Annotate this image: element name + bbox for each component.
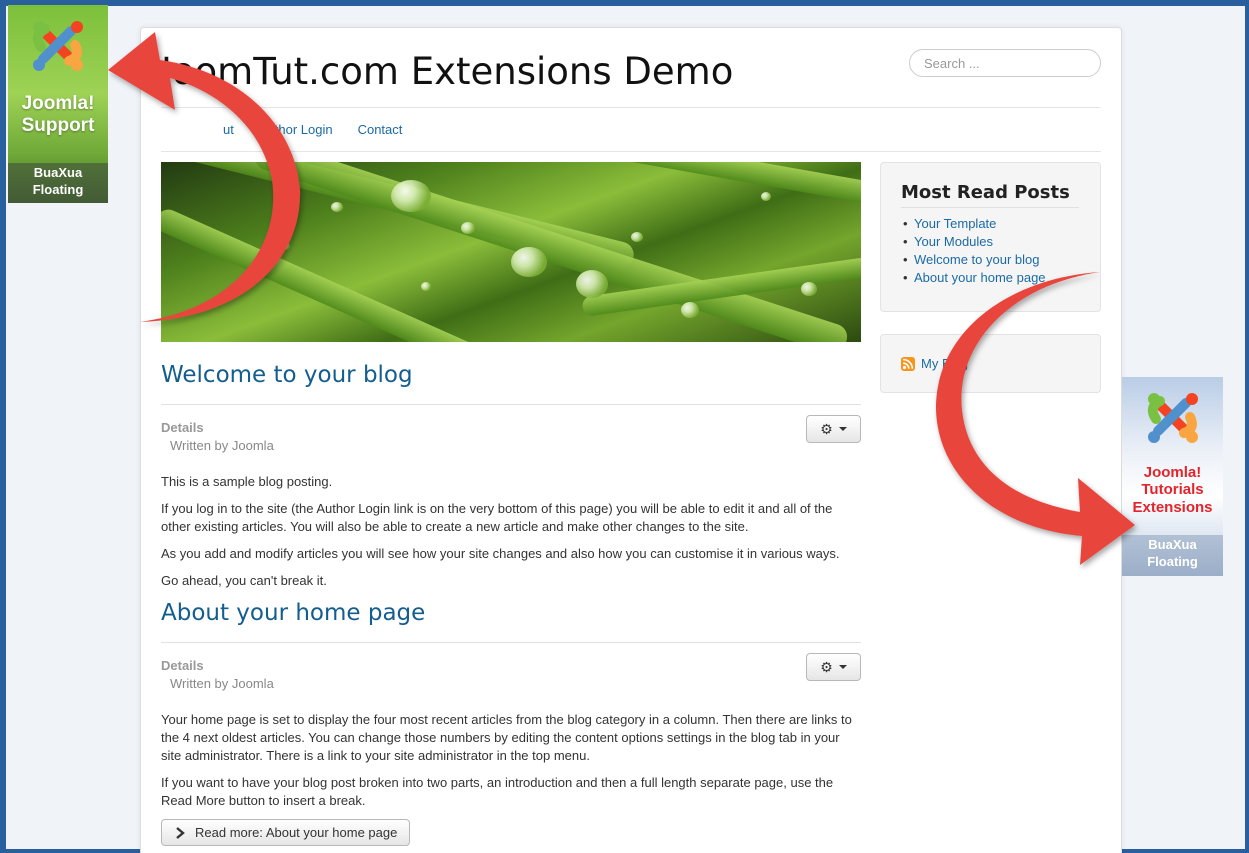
joomla-logo-icon <box>1147 393 1198 443</box>
badge-title: Joomla! Tutorials Extensions <box>1132 464 1213 516</box>
joomla-logo-icon <box>32 21 83 71</box>
header-divider <box>161 107 1101 108</box>
nav-item-author-login[interactable]: Author Login <box>259 122 333 137</box>
article-tools-button[interactable]: ⚙ <box>806 653 861 681</box>
window-frame-right <box>1245 0 1249 853</box>
chevron-right-icon <box>176 826 185 839</box>
floating-badge-left[interactable]: Joomla! Support BuaXua Floating <box>8 5 108 203</box>
author-line: Written by Joomla <box>170 438 274 453</box>
nav-item-about[interactable]: ut <box>223 122 234 137</box>
window-frame-left <box>0 0 6 853</box>
gear-icon: ⚙ <box>820 420 833 437</box>
badge-subtitle: BuaXua Floating <box>32 165 84 197</box>
article-paragraph: As you add and modify articles you will … <box>161 546 840 561</box>
caret-down-icon <box>838 427 847 431</box>
read-more-button[interactable]: Read more: About your home page <box>161 819 410 846</box>
article-paragraph: This is a sample blog posting. <box>161 474 333 489</box>
feed-module: My Blog <box>880 334 1101 393</box>
caret-down-icon <box>838 665 847 669</box>
article-divider <box>161 642 861 643</box>
most-read-module: Most Read Posts Your Template Your Modul… <box>880 162 1101 312</box>
most-read-link[interactable]: Your Template <box>903 215 1046 233</box>
article-paragraph: If you want to have your blog post broke… <box>161 775 834 808</box>
article-paragraph: Go ahead, you can't break it. <box>161 573 327 588</box>
most-read-link[interactable]: Welcome to your blog <box>903 251 1046 269</box>
article-title[interactable]: Welcome to your blog <box>161 362 413 388</box>
rss-icon <box>901 357 915 371</box>
search-input[interactable] <box>909 49 1101 77</box>
article-title[interactable]: About your home page <box>161 600 425 626</box>
most-read-link[interactable]: Your Modules <box>903 233 1046 251</box>
window-frame-top <box>0 0 1249 6</box>
details-label: Details <box>161 420 204 435</box>
article-paragraph: Your home page is set to display the fou… <box>161 712 852 763</box>
feed-link[interactable]: My Blog <box>921 356 968 371</box>
gear-icon: ⚙ <box>820 658 833 675</box>
badge-title: Joomla! Support <box>21 93 95 136</box>
nav-item-contact[interactable]: Contact <box>358 122 403 137</box>
author-line: Written by Joomla <box>170 676 274 691</box>
most-read-link[interactable]: About your home page <box>903 269 1046 287</box>
read-more-label: Read more: About your home page <box>195 825 398 840</box>
article-tools-button[interactable]: ⚙ <box>806 415 861 443</box>
module-divider <box>901 207 1079 208</box>
badge-subtitle: BuaXua Floating <box>1147 537 1198 569</box>
header-banner-image <box>161 162 861 342</box>
site-title[interactable]: JoomTut.com Extensions Demo <box>161 50 733 93</box>
most-read-list: Your Template Your Modules Welcome to yo… <box>903 215 1046 287</box>
article-divider <box>161 404 861 405</box>
nav-divider <box>161 151 1101 152</box>
details-label: Details <box>161 658 204 673</box>
module-title: Most Read Posts <box>901 182 1070 203</box>
main-nav: ut Author Login Contact <box>161 122 427 137</box>
article-paragraph: If you log in to the site (the Author Lo… <box>161 501 833 534</box>
floating-badge-right[interactable]: Joomla! Tutorials Extensions BuaXua Floa… <box>1122 377 1223 576</box>
